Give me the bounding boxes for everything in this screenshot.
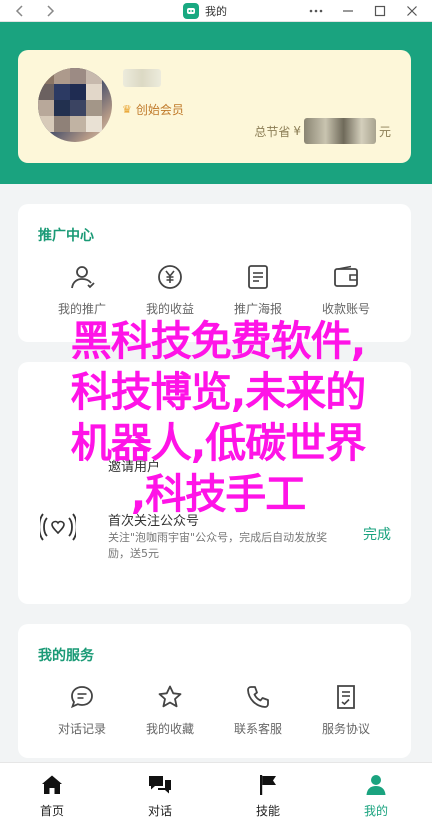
avatar[interactable]	[38, 68, 112, 142]
service-item-label: 服务协议	[321, 722, 370, 736]
window-title-text: 我的	[205, 5, 227, 18]
service-item-chat-history[interactable]: 对话记录	[38, 682, 126, 737]
nav-item-label: 对话	[147, 804, 172, 818]
task-follow-account-title: 首次关注公众号	[108, 514, 200, 529]
chevron-left-icon[interactable]	[8, 0, 32, 22]
person-icon	[336, 773, 416, 797]
service-item-label: 联系客服	[233, 722, 282, 736]
nav-item-skills[interactable]: 技能	[228, 773, 308, 819]
service-item-agreement[interactable]: 服务协议	[302, 682, 390, 737]
window-title: 我的	[183, 0, 227, 22]
saved-prefix: 总节省	[254, 124, 291, 139]
total-saved: 总节省 ¥ 元	[254, 118, 391, 144]
task-invite-user-title: 邀请用户	[108, 460, 161, 475]
promo-item-label: 收款账号	[321, 302, 370, 316]
phone-icon	[214, 682, 302, 712]
member-level: ♛ 创始会员	[122, 101, 184, 118]
nav-item-label: 首页	[39, 804, 64, 818]
chat-bubble-icon	[38, 682, 126, 712]
promo-item-poster[interactable]: 推广海报	[214, 262, 302, 317]
window-titlebar: 我的	[0, 0, 432, 22]
chevron-right-icon[interactable]	[38, 0, 62, 22]
service-item-contact-support[interactable]: 联系客服	[214, 682, 302, 737]
document-icon	[302, 682, 390, 712]
minimize-icon[interactable]	[336, 0, 360, 22]
nav-item-home[interactable]: 首页	[12, 773, 92, 819]
member-card[interactable]: ♛ 创始会员 总节省 ¥ 元	[18, 50, 411, 163]
promo-item-label: 推广海报	[233, 302, 282, 316]
tasks-card: 邀请用户 首次关注公众号 关注"泡咖雨宇宙"公众号，完成后自动发放奖励，送5元 …	[18, 362, 411, 604]
saved-amount	[303, 118, 376, 144]
promo-item-label: 我的推广	[57, 302, 106, 316]
username	[123, 69, 161, 87]
yen-coin-icon	[126, 262, 214, 292]
saved-unit: 元	[378, 124, 391, 139]
service-item-label: 对话记录	[57, 722, 106, 736]
star-icon	[126, 682, 214, 712]
close-icon[interactable]	[400, 0, 424, 22]
crown-icon: ♛	[122, 103, 132, 116]
bottom-nav: 首页 对话 技能 我的	[0, 762, 432, 826]
wallet-icon	[302, 262, 390, 292]
member-level-text: 创始会员	[135, 103, 184, 117]
promo-item-my-earnings[interactable]: 我的收益	[126, 262, 214, 317]
services-card: 我的服务 对话记录 我的收藏 联系客服 服务协议	[18, 624, 411, 758]
service-item-favorites[interactable]: 我的收藏	[126, 682, 214, 737]
task-complete-button[interactable]: 完成	[363, 524, 391, 544]
app-logo-icon	[183, 3, 199, 19]
chat-icon	[120, 773, 200, 797]
home-icon	[12, 773, 92, 797]
service-item-label: 我的收藏	[145, 722, 194, 736]
nav-item-label: 技能	[255, 804, 280, 818]
more-icon[interactable]	[304, 0, 328, 22]
promo-item-my-promotion[interactable]: 我的推广	[38, 262, 126, 317]
promo-center-title: 推广中心	[38, 228, 94, 244]
promo-item-label: 我的收益	[145, 302, 194, 316]
promo-item-payment-account[interactable]: 收款账号	[302, 262, 390, 317]
maximize-icon[interactable]	[368, 0, 392, 22]
task-follow-account-desc: 关注"泡咖雨宇宙"公众号，完成后自动发放奖励，送5元	[108, 531, 328, 560]
nav-item-chat[interactable]: 对话	[120, 773, 200, 819]
nav-item-label: 我的	[363, 804, 388, 818]
promo-center-card: 推广中心 我的推广 我的收益 推广海报 收款账号	[18, 204, 411, 342]
currency-symbol: ¥	[293, 124, 301, 138]
poster-icon	[214, 262, 302, 292]
flag-icon	[228, 773, 308, 797]
services-title: 我的服务	[38, 648, 94, 664]
user-icon	[38, 262, 126, 292]
broadcast-icon	[38, 512, 78, 546]
nav-item-me[interactable]: 我的	[336, 773, 416, 819]
